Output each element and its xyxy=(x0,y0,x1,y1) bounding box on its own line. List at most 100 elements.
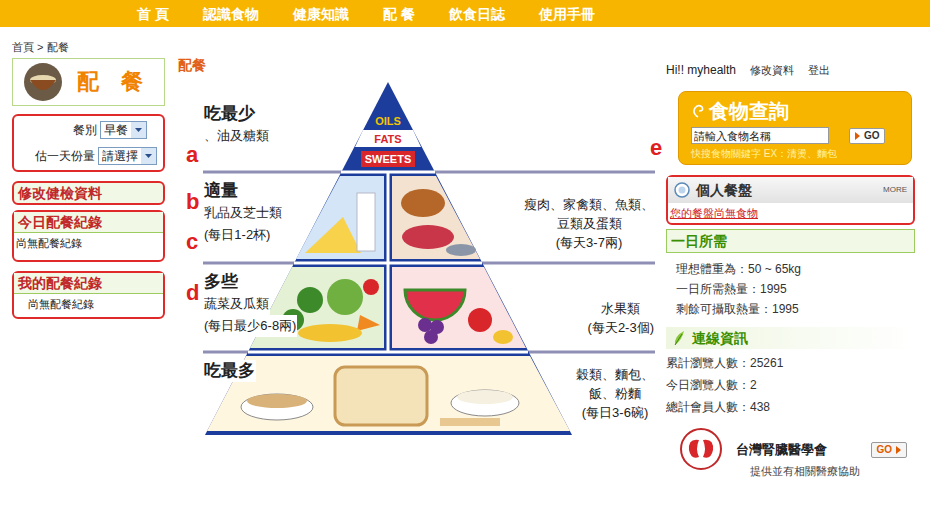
tier-right-label: 水果類(每天2-3個) xyxy=(587,299,655,337)
right-column: Hi!! myhealth 修改資料登出食物查詢 GO 快搜食物關鍵字 EX：清燙、麵… xyxy=(666,27,915,478)
nav-item[interactable]: 健康知識 xyxy=(293,5,349,23)
svg-text:FATS: FATS xyxy=(374,133,401,145)
main-title: 配餐 xyxy=(178,55,660,75)
partner-go-button[interactable]: GO xyxy=(871,442,907,458)
record-section: 我的配餐紀錄尚無配餐紀錄 xyxy=(12,271,165,319)
logo-box: 配 餐 xyxy=(12,58,165,106)
select-value: 請選擇 xyxy=(99,148,141,164)
food-search-row: GO xyxy=(691,127,899,144)
user-bar: Hi!! myhealth 修改資料登出 xyxy=(666,63,915,77)
stats-title: 連線資訊 xyxy=(692,329,748,347)
plate-more[interactable]: MORE xyxy=(883,185,907,195)
tier-text: 瘦肉、家禽類、魚類、 xyxy=(523,195,655,214)
portion-select[interactable]: 請選擇 xyxy=(98,147,157,165)
partner-name: 台灣腎臟醫學會 xyxy=(736,442,827,458)
main-column: 配餐OILSFATSSWEETS吃最少、油及糖類適量乳品及芝士類(每日1-2杯)… xyxy=(178,27,660,478)
tier-text: 飯、粉麵 xyxy=(588,384,642,403)
go-label: GO xyxy=(864,130,880,142)
partner-text: 台灣腎臟醫學會 GO 提供並有相關醫療協助 xyxy=(736,428,915,478)
arrow-icon xyxy=(895,446,902,454)
tier-text: 、油及糖類 xyxy=(203,125,270,147)
edit-health-link[interactable]: 修改健檢資料 xyxy=(12,181,165,205)
tier-left-label: 適量乳品及芝士類(每日1-2杯) xyxy=(203,180,283,246)
daily-item: 理想體重為：50 ~ 65kg xyxy=(676,259,915,279)
tier-left-label: 多些蔬菜及瓜類(每日最少6-8兩) xyxy=(203,271,297,337)
logo-title: 配 餐 xyxy=(77,68,143,96)
tier-left-label: 吃最多 xyxy=(203,360,256,382)
tier-text: 乳品及芝士類 xyxy=(203,202,283,224)
left-column: 首頁 > 配餐配 餐餐別早餐估一天份量請選擇修改健檢資料今日配餐紀錄尚無配餐紀錄… xyxy=(12,27,165,478)
tier-text: 水果類 xyxy=(600,299,641,318)
plate-header: 個人餐盤 MORE xyxy=(668,177,913,203)
annotation-letter: a xyxy=(186,143,198,167)
greeting: Hi!! myhealth xyxy=(666,63,736,77)
swirl-icon xyxy=(691,103,705,119)
nav-item[interactable]: 認識食物 xyxy=(203,5,259,23)
tier-title: 吃最多 xyxy=(203,360,256,382)
meal-select[interactable]: 早餐 xyxy=(100,121,147,139)
bowl-icon xyxy=(23,62,63,102)
leaf-icon xyxy=(672,330,686,346)
plate-empty: 您的餐盤尚無食物 xyxy=(668,203,913,223)
breadcrumb: 首頁 > 配餐 xyxy=(12,40,165,54)
tier-right-label: 瘦肉、家禽類、魚類、豆類及蛋類(每天3-7兩) xyxy=(523,195,655,252)
stats-item: 累計瀏覽人數：25261 xyxy=(666,352,915,374)
plate-title: 個人餐盤 xyxy=(696,181,752,199)
record-empty: 尚無配餐紀錄 xyxy=(14,233,163,260)
meal-label: 餐別 xyxy=(73,121,97,139)
go-button[interactable]: GO xyxy=(849,128,885,144)
stats-item: 總計會員人數：438 xyxy=(666,396,915,418)
tier-title: 多些 xyxy=(203,271,239,293)
tier-text: (每日最少6-8兩) xyxy=(203,315,297,337)
tier-title: 適量 xyxy=(203,180,239,202)
kidney-society-logo-icon xyxy=(680,428,722,470)
food-search-title: 食物查詢 xyxy=(709,98,789,124)
partner-go-label: GO xyxy=(876,444,892,456)
tier-right-label: 穀類、麵包、飯、粉麵(每日3-6碗) xyxy=(575,365,655,422)
plate-icon xyxy=(674,182,690,198)
top-nav: 首 頁 認識食物 健康知識 配 餐 飲食日誌 使用手冊 xyxy=(0,0,930,27)
portion-label: 估一天份量 xyxy=(35,147,95,165)
tier-text: 豆類及蛋類 xyxy=(556,214,623,233)
annotation-letter: c xyxy=(186,230,198,254)
food-search-title-row: 食物查詢 xyxy=(691,98,899,124)
food-search-input[interactable] xyxy=(691,127,829,144)
stats-header: 連線資訊 xyxy=(666,327,915,349)
partner-row: 台灣腎臟醫學會 GO xyxy=(736,442,915,458)
food-search-hint: 快搜食物關鍵字 EX：清燙、麵包 xyxy=(691,147,899,160)
nav-item[interactable]: 使用手冊 xyxy=(539,5,595,23)
food-search: 食物查詢 GO 快搜食物關鍵字 EX：清燙、麵包 xyxy=(678,91,912,165)
nav-item[interactable]: 首 頁 xyxy=(137,5,169,23)
annotation-letter: b xyxy=(186,190,199,214)
record-title[interactable]: 今日配餐紀錄 xyxy=(14,212,163,233)
arrow-icon xyxy=(854,132,861,140)
daily-item: 一日所需熱量：1995 xyxy=(676,279,915,299)
stats-item: 今日瀏覽人數：2 xyxy=(666,374,915,396)
tier-text: (每天3-7兩) xyxy=(555,233,623,252)
tier-text: (每日1-2杯) xyxy=(203,224,271,246)
partner-tagline: 提供並有相關醫療協助 xyxy=(750,464,915,478)
annotation-letter: d xyxy=(186,281,199,305)
daily-item: 剩餘可攝取熱量：1995 xyxy=(676,299,915,319)
svg-text:SWEETS: SWEETS xyxy=(365,153,411,165)
nav-item[interactable]: 配 餐 xyxy=(383,5,415,23)
meal-row: 餐別早餐 xyxy=(73,121,147,139)
record-title[interactable]: 我的配餐紀錄 xyxy=(14,273,163,294)
partner-banner[interactable]: 台灣腎臟醫學會 GO 提供並有相關醫療協助 xyxy=(666,428,915,478)
personal-plate: 個人餐盤 MORE 您的餐盤尚無食物 xyxy=(666,175,915,225)
svg-text:OILS: OILS xyxy=(375,115,401,127)
user-link[interactable]: 修改資料 xyxy=(750,63,794,77)
tier-text: 蔬菜及瓜類 xyxy=(203,293,270,315)
dropdown-arrow-icon xyxy=(141,148,156,164)
user-link[interactable]: 登出 xyxy=(808,63,830,77)
pyramid-diagram: OILSFATSSWEETS吃最少、油及糖類適量乳品及芝士類(每日1-2杯)多些… xyxy=(185,75,660,440)
daily-header: 一日所需 xyxy=(666,229,915,253)
dropdown-arrow-icon xyxy=(131,122,146,138)
stats-list: 累計瀏覽人數：25261今日瀏覽人數：2總計會員人數：438 xyxy=(666,352,915,418)
nav-item[interactable]: 飲食日誌 xyxy=(449,5,505,23)
record-empty: 尚無配餐紀錄 xyxy=(14,294,163,317)
tier-text: (每日3-6碗) xyxy=(581,403,649,422)
annotation-letter: e xyxy=(650,136,662,160)
tier-text: (每天2-3個) xyxy=(587,318,655,337)
page: 首 頁認識食物健康知識配 餐飲食日誌使用手冊首頁 > 配餐配 餐餐別早餐估一天份… xyxy=(0,0,930,508)
